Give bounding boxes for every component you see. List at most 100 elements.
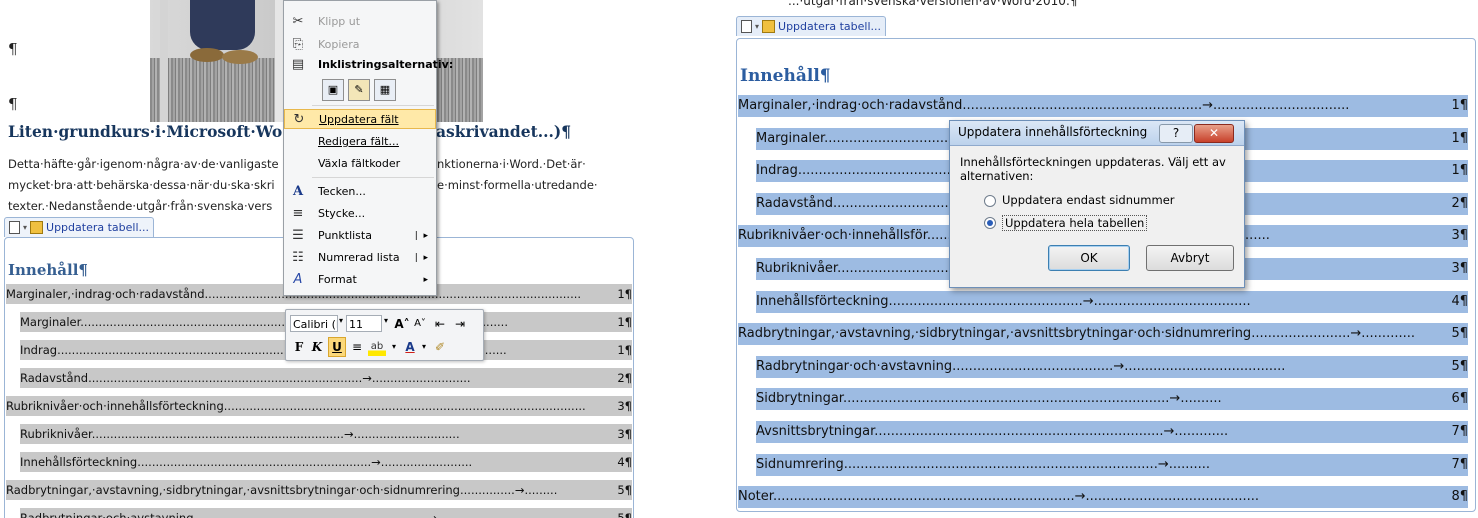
menu-item-styles[interactable]: A Format ▸ <box>284 269 436 291</box>
toc-entry-page: 3¶ <box>617 396 632 416</box>
radio-update-whole-table[interactable] <box>984 217 996 229</box>
toc-entry-text: Rubriknivåer <box>20 427 92 441</box>
paste-icon: ▤ <box>291 57 305 72</box>
chevron-down-icon[interactable]: ▾ <box>390 338 398 356</box>
increase-indent-icon[interactable]: ⇥ <box>452 315 468 333</box>
toc-entry-text: Marginaler <box>756 130 825 146</box>
format-painter-icon[interactable]: ✐ <box>432 338 448 356</box>
toc-entry-text: Marginaler <box>20 315 81 329</box>
toc-entry-text: Innehållsförteckning <box>756 293 889 309</box>
toc-entry[interactable]: Avsnittsbrytningar......................… <box>756 421 1468 443</box>
toc-entry-text: Marginaler,·indrag·och·radavstånd <box>738 98 963 113</box>
shrink-font-button[interactable]: A˅ <box>412 315 428 333</box>
paste-picture-button[interactable]: ▦ <box>374 79 396 101</box>
toc-entry[interactable]: Innehållsförteckning....................… <box>756 290 1468 313</box>
menu-item-bullet-list[interactable]: ☰ Punktlista | ▸ <box>284 225 436 247</box>
menu-item-toggle-field-codes[interactable]: Växla fältkoder <box>284 153 436 175</box>
update-toc-dialog: Uppdatera innehållsförteckning ? ✕ Inneh… <box>949 120 1245 288</box>
font-size-box[interactable]: 11 <box>346 315 382 332</box>
mini-toolbar: Calibri (B ▾ 11 ▾ A˄ A˅ ⇤ ⇥ F K U ≡ ab ▾… <box>285 309 484 361</box>
chevron-down-icon[interactable]: ▾ <box>420 338 428 356</box>
dialog-titlebar[interactable]: Uppdatera innehållsförteckning ? ✕ <box>950 121 1244 146</box>
toc-entry[interactable]: Radbrytningar·och·avstavning............… <box>756 355 1468 378</box>
italic-button[interactable]: K <box>310 338 324 356</box>
menu-item-label: Punktlista <box>318 229 372 242</box>
toc-entry-leader: ........................................… <box>772 489 1260 505</box>
menu-item-font[interactable]: A Tecken... <box>284 181 436 203</box>
help-button[interactable]: ? <box>1159 124 1193 143</box>
menu-separator <box>312 177 434 178</box>
toc-entry[interactable]: Marginaler,·indrag·och·radavstånd.......… <box>738 95 1468 117</box>
styles-icon: A <box>293 272 303 287</box>
body-line-tail: e·minst·formella·utredande· <box>437 178 598 192</box>
menu-item-copy[interactable]: ⎘ Kopiera <box>284 34 436 56</box>
menu-item-update-field[interactable]: ↻ Uppdatera fält <box>284 109 436 129</box>
submenu-arrow-icon: ▸ <box>423 275 428 285</box>
menu-item-paragraph[interactable]: ≡ Stycke... <box>284 203 436 225</box>
toc-entry-leader: ........................................… <box>888 293 1251 309</box>
toc-entry-page: 7¶ <box>1451 453 1468 476</box>
toc-entry-page: 1¶ <box>1451 160 1468 183</box>
center-align-icon[interactable]: ≡ <box>350 338 364 356</box>
toc-entry[interactable]: Sidnumrering............................… <box>756 453 1468 476</box>
bullet-list-icon: ☰ <box>292 228 304 243</box>
update-table-tab[interactable]: ▾ Uppdatera tabell... <box>4 217 155 237</box>
radio-label[interactable]: Uppdatera endast sidnummer <box>1002 193 1175 207</box>
menu-item-label: Kopiera <box>318 38 360 51</box>
toc-entry[interactable]: Radbrytningar·och·avstavning............… <box>20 508 632 518</box>
update-table-icon <box>30 221 44 234</box>
paragraph-mark: ¶ <box>8 95 18 113</box>
toc-entry[interactable]: Sidbrytningar...........................… <box>756 388 1468 411</box>
toc-entry[interactable]: Innehållsförteckning....................… <box>20 452 632 472</box>
underline-button[interactable]: U <box>328 337 346 357</box>
paste-keep-source-button[interactable]: ▣ <box>322 79 344 101</box>
document-heading: Liten·grundkurs·i·Microsoft·Wo <box>8 122 283 141</box>
toc-entry-text: Radbrytningar·och·avstavning <box>20 511 194 518</box>
toc-entry-page: 5¶ <box>617 480 632 500</box>
toc-entry[interactable]: Radavstånd..............................… <box>20 368 632 388</box>
toc-entry[interactable]: Rubriknivåer............................… <box>20 424 632 444</box>
toc-entry-page: 1¶ <box>1451 127 1468 150</box>
cancel-button[interactable]: Avbryt <box>1146 245 1234 271</box>
toc-entry[interactable]: Rubriknivåer·och·innehållsförteckning...… <box>6 396 632 416</box>
font-color-icon[interactable]: A <box>402 338 418 356</box>
decrease-indent-icon[interactable]: ⇤ <box>432 315 448 333</box>
body-line: Detta·häfte·går·igenom·några·av·de·vanli… <box>8 157 279 171</box>
toc-entry-page: 3¶ <box>1451 225 1468 248</box>
toc-entry-text: Marginaler,·indrag·och·radavstånd <box>6 287 205 301</box>
toc-entry-leader: ........................................… <box>193 511 503 518</box>
menu-item-cut[interactable]: ✂ Klipp ut <box>284 11 436 33</box>
font-icon: A <box>292 184 304 199</box>
ok-button[interactable]: OK <box>1048 245 1130 271</box>
font-name-box[interactable]: Calibri (B <box>290 315 338 332</box>
bold-button[interactable]: F <box>292 338 306 356</box>
toc-entry-text: Radavstånd <box>20 371 89 385</box>
toc-entry[interactable]: Radbrytningar,·avstavning,·sidbrytningar… <box>6 480 632 500</box>
chevron-down-icon[interactable]: ▾ <box>339 316 343 325</box>
chevron-down-icon[interactable]: ▾ <box>384 316 388 325</box>
toc-entry-leader: ........................................… <box>137 455 473 469</box>
highlight-icon[interactable]: ab <box>368 338 386 356</box>
menu-item-label: Redigera fält... <box>318 135 399 148</box>
left-document-view: ¶ ¶ Liten·grundkurs·i·Microsoft·Wo askri… <box>0 0 640 518</box>
close-button[interactable]: ✕ <box>1194 124 1234 143</box>
grow-font-button[interactable]: A˄ <box>394 315 410 333</box>
dialog-message: Innehållsförteckningen uppdateras. Välj … <box>960 155 1226 183</box>
update-table-tab[interactable]: ▾ Uppdatera tabell... <box>736 16 887 36</box>
update-table-label: Uppdatera tabell... <box>778 20 882 33</box>
toc-entry-leader: ........................................… <box>223 399 586 413</box>
radio-update-page-numbers[interactable] <box>984 195 996 207</box>
paste-merge-button[interactable]: ✎ <box>348 79 370 101</box>
menu-item-numbered-list[interactable]: ☷ Numrerad lista | ▸ <box>284 247 436 269</box>
menu-item-label: Stycke... <box>318 207 366 220</box>
radio-label[interactable]: Uppdatera hela tabellen <box>1002 215 1148 231</box>
toc-entry[interactable]: Radbrytningar,·avstavning,·sidbrytningar… <box>738 323 1468 346</box>
paragraph-icon: ≡ <box>292 206 304 221</box>
menu-item-label: Format <box>318 273 357 286</box>
copy-icon: ⎘ <box>292 37 304 52</box>
menu-item-edit-field[interactable]: Redigera fält... <box>284 131 436 153</box>
paragraph-mark: ¶ <box>8 40 18 58</box>
update-field-icon: ↻ <box>293 112 305 127</box>
toc-entry[interactable]: Noter...................................… <box>738 486 1468 509</box>
toc-title: Innehåll¶ <box>740 66 831 86</box>
